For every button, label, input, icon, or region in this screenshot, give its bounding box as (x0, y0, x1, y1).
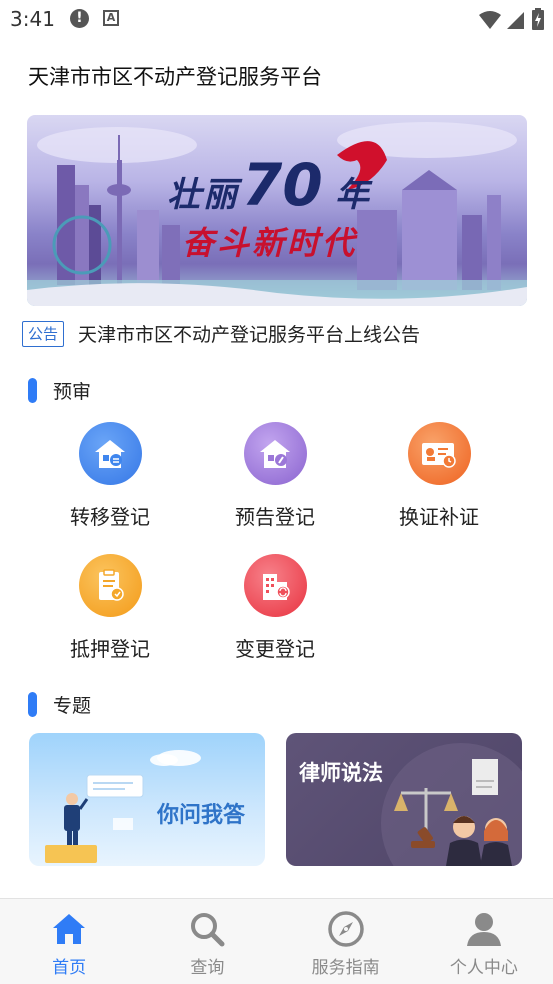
card-title: 你问我答 (157, 803, 246, 828)
mortgage-document-icon (78, 554, 142, 617)
a-icon: A (103, 10, 119, 26)
section-marker (28, 692, 37, 717)
lawyer-illustration (381, 743, 522, 866)
notice-text[interactable]: 天津市市区不动产登记服务平台上线公告 (78, 320, 420, 347)
grid-label: 预告登记 (235, 505, 315, 529)
nav-label: 个人中心 (449, 958, 518, 978)
section-title: 专题 (53, 695, 92, 717)
notice-bar[interactable]: 公告 天津市市区不动产登记服务平台上线公告 (22, 320, 420, 347)
topic-card-lawyer[interactable]: 律师说法 (286, 733, 522, 866)
signal-icon (507, 12, 524, 29)
building-change-icon (243, 554, 307, 617)
house-transfer-icon (78, 422, 142, 485)
wifi-icon (479, 11, 501, 29)
certificate-reissue-button[interactable]: 换证补证 (364, 422, 514, 530)
section-title: 预审 (53, 381, 92, 403)
card-title: 律师说法 (299, 761, 383, 785)
house-notice-icon (243, 422, 307, 485)
compass-icon (326, 909, 366, 949)
section-marker (28, 378, 37, 403)
nav-label: 服务指南 (311, 958, 380, 978)
grid-label: 转移登记 (70, 505, 150, 529)
status-bar: 3:41 ! A (0, 0, 553, 38)
nav-item-profile[interactable]: 个人中心 (415, 899, 553, 984)
mortgage-registration-button[interactable]: 抵押登记 (35, 554, 185, 662)
notice-tag: 公告 (22, 320, 65, 347)
status-left-icons: ! A (70, 9, 119, 28)
bottom-nav: 首页 查询 服务指南 个人中心 (0, 898, 553, 984)
alert-icon: ! (70, 9, 89, 28)
section-header-prereview: 预审 (28, 377, 91, 404)
nav-item-home[interactable]: 首页 (0, 899, 138, 984)
section-header-topics: 专题 (28, 691, 91, 718)
nav-label: 查询 (190, 958, 225, 978)
user-icon (464, 909, 504, 949)
status-right-icons (479, 8, 545, 30)
banner-carousel[interactable]: 壮丽年 70 奋斗新时代 (27, 115, 527, 306)
nav-item-search[interactable]: 查询 (138, 899, 276, 984)
search-icon (187, 909, 227, 949)
grid-label: 换证补证 (399, 505, 479, 529)
status-time: 3:41 (10, 7, 55, 31)
certificate-icon (407, 422, 471, 485)
grid-label: 抵押登记 (70, 637, 150, 661)
home-icon (49, 909, 89, 949)
battery-icon (532, 8, 544, 30)
grid-label: 变更登记 (235, 637, 315, 661)
nav-label: 首页 (52, 958, 87, 978)
change-registration-button[interactable]: 变更登记 (200, 554, 350, 662)
topic-card-qa[interactable]: 你问我答 (29, 733, 265, 866)
nav-item-service-guide[interactable]: 服务指南 (277, 899, 415, 984)
page-title: 天津市市区不动产登记服务平台 (28, 65, 322, 89)
advance-notice-registration-button[interactable]: 预告登记 (200, 422, 350, 530)
banner-subheadline: 奋斗新时代 (182, 224, 358, 262)
transfer-registration-button[interactable]: 转移登记 (35, 422, 185, 530)
banner-number: 70 (242, 151, 323, 219)
